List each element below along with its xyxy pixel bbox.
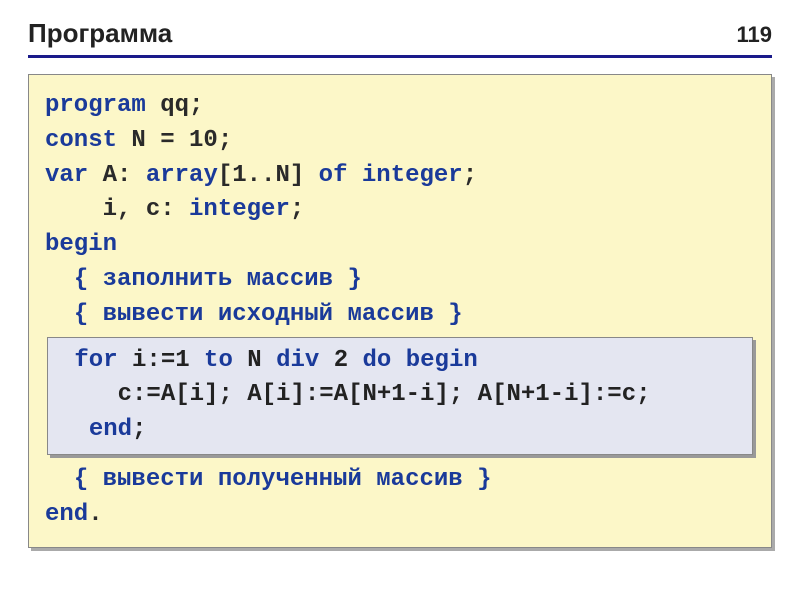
code-line: begin [45, 228, 755, 263]
keyword: integer [189, 196, 290, 223]
comment: { вывести полученный массив } [74, 466, 492, 493]
code-text: i:=1 [118, 347, 204, 374]
keyword: var [45, 162, 88, 189]
code-line: { вывести исходный массив } [45, 298, 755, 333]
code-line: i, c: integer; [45, 193, 755, 228]
code-text: qq; [146, 92, 204, 119]
code-text [60, 347, 74, 374]
code-text: c:=A[i]; A[i]:=A[N+1-i]; A[N+1-i]:=c; [60, 381, 651, 408]
keyword: array [146, 162, 218, 189]
page-number: 119 [737, 22, 773, 48]
code-text: ; [290, 196, 304, 223]
keyword: div [276, 347, 319, 374]
code-line: c:=A[i]; A[i]:=A[N+1-i]; A[N+1-i]:=c; [60, 378, 746, 413]
keyword: for [74, 347, 117, 374]
keyword: of [319, 162, 348, 189]
code-text [60, 416, 89, 443]
code-line: program qq; [45, 89, 755, 124]
comment: { заполнить массив } [74, 266, 362, 293]
code-text: i, c: [45, 196, 189, 223]
code-line: { заполнить массив } [45, 263, 755, 298]
code-block: program qq; const N = 10; var A: array[1… [28, 74, 772, 548]
keyword: end [89, 416, 132, 443]
code-text [391, 347, 405, 374]
code-text: N [233, 347, 276, 374]
code-text [347, 162, 361, 189]
slide-header: Программа 119 [28, 18, 772, 49]
keyword: begin [406, 347, 478, 374]
code-text: ; [463, 162, 477, 189]
keyword: to [204, 347, 233, 374]
code-text: [1..N] [218, 162, 319, 189]
keyword: begin [45, 231, 117, 258]
highlighted-code-block: for i:=1 to N div 2 do begin c:=A[i]; A[… [47, 337, 753, 455]
keyword: end [45, 501, 88, 528]
code-text: N = 10; [117, 127, 232, 154]
code-line: const N = 10; [45, 124, 755, 159]
keyword: integer [362, 162, 463, 189]
code-text [45, 466, 74, 493]
divider [28, 55, 772, 58]
keyword: do [363, 347, 392, 374]
code-line: end; [60, 413, 746, 448]
code-text: . [88, 501, 102, 528]
code-text: ; [132, 416, 146, 443]
code-text [45, 301, 74, 328]
code-line: for i:=1 to N div 2 do begin [60, 344, 746, 379]
keyword: const [45, 127, 117, 154]
code-text: 2 [319, 347, 362, 374]
slide-title: Программа [28, 18, 172, 49]
code-line: end. [45, 498, 755, 533]
code-text: A: [88, 162, 146, 189]
comment: { вывести исходный массив } [74, 301, 463, 328]
keyword: program [45, 92, 146, 119]
code-line: { вывести полученный массив } [45, 463, 755, 498]
code-text [45, 266, 74, 293]
code-line: var A: array[1..N] of integer; [45, 159, 755, 194]
